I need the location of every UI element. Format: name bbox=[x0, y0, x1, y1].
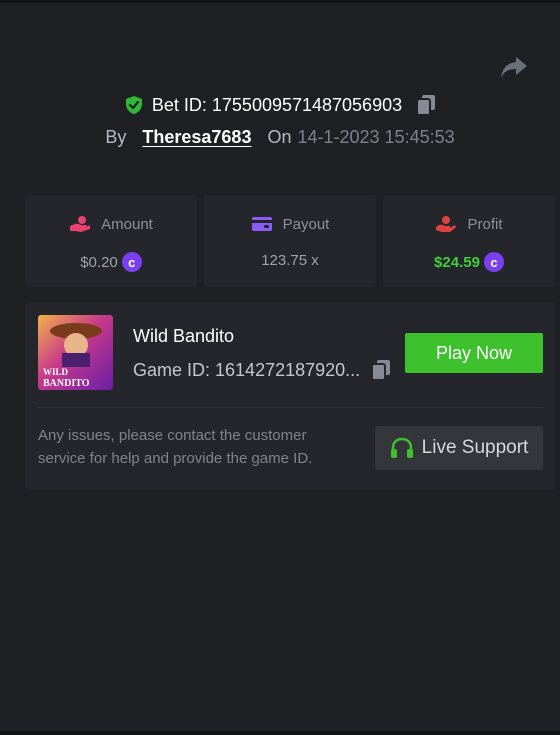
game-id-row: Game ID: 1614272187920... bbox=[133, 359, 391, 381]
amount-card: Amount $0.20 c bbox=[25, 195, 197, 287]
bet-id-text: Bet ID: 1755009571487056903 bbox=[151, 94, 403, 115]
thumb-title-line1: WILD bbox=[43, 367, 69, 377]
share-icon bbox=[501, 57, 527, 78]
game-thumbnail[interactable]: WILD BANDITO bbox=[38, 315, 113, 390]
bet-datetime: 14-1-2023 15:45:53 bbox=[297, 127, 455, 147]
divider bbox=[38, 407, 543, 408]
bet-meta-line: By Theresa7683 On 14-1-2023 15:45:53 bbox=[0, 127, 560, 148]
shield-check-icon bbox=[124, 95, 144, 115]
headset-icon bbox=[390, 437, 414, 459]
username-link[interactable]: Theresa7683 bbox=[142, 127, 251, 148]
game-id-text: Game ID: 1614272187920... bbox=[133, 359, 361, 380]
payout-card: Payout 123.75 x bbox=[204, 195, 376, 287]
payout-label: Payout bbox=[282, 215, 330, 233]
bet-stats: Amount $0.20 c Payout 123.75 x Profit $2… bbox=[25, 195, 555, 287]
thumb-title-line2: BANDITO bbox=[43, 378, 90, 389]
on-label: On bbox=[267, 127, 292, 147]
profit-hand-icon bbox=[435, 215, 457, 233]
game-card: WILD BANDITO Wild Bandito Game ID: 16142… bbox=[25, 302, 555, 490]
support-text: Any issues, please contact the customer … bbox=[38, 427, 313, 467]
profit-card: Profit $24.59 c bbox=[383, 195, 555, 287]
currency-coin-icon: c bbox=[483, 252, 504, 272]
by-label: By bbox=[105, 127, 127, 147]
play-now-button[interactable]: Play Now bbox=[405, 333, 543, 373]
hand-coin-icon bbox=[69, 215, 91, 233]
share-button[interactable] bbox=[500, 55, 530, 83]
profit-label: Profit bbox=[467, 215, 503, 233]
top-border bbox=[0, 0, 560, 3]
currency-coin-icon: c bbox=[121, 252, 142, 272]
payout-value: 123.75 x bbox=[261, 252, 319, 269]
copy-bet-id-icon[interactable] bbox=[416, 94, 436, 116]
amount-value: $0.20 bbox=[80, 253, 118, 271]
live-support-label: Live Support bbox=[421, 437, 529, 458]
wallet-icon bbox=[251, 215, 273, 233]
copy-game-id-icon[interactable] bbox=[371, 359, 391, 381]
profit-value: $24.59 bbox=[434, 253, 480, 271]
game-name: Wild Bandito bbox=[133, 326, 235, 346]
live-support-button[interactable]: Live Support bbox=[375, 426, 543, 470]
bottom-border bbox=[0, 731, 560, 735]
bet-id-line: Bet ID: 1755009571487056903 bbox=[0, 94, 560, 120]
amount-label: Amount bbox=[101, 215, 153, 233]
